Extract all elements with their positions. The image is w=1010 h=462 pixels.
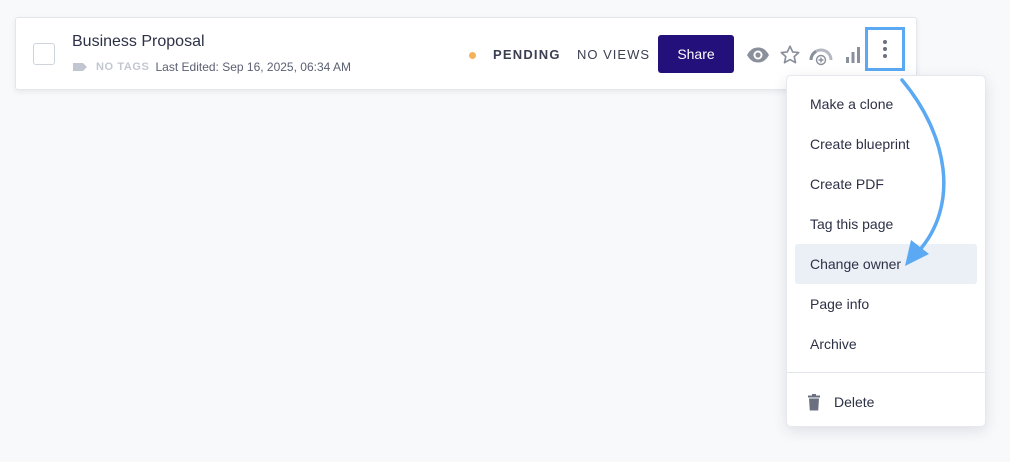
- menu-item-create-blueprint[interactable]: Create blueprint: [795, 124, 977, 164]
- tags-label[interactable]: NO TAGS: [96, 61, 150, 73]
- status-badge: PENDING: [493, 47, 561, 62]
- menu-item-archive[interactable]: Archive: [795, 324, 977, 364]
- menu-item-change-owner[interactable]: Change owner: [795, 244, 977, 284]
- document-title[interactable]: Business Proposal: [72, 33, 205, 51]
- menu-item-create-pdf[interactable]: Create PDF: [795, 164, 977, 204]
- menu-item-make-clone[interactable]: Make a clone: [795, 84, 977, 124]
- eye-icon[interactable]: [745, 42, 771, 68]
- trash-icon: [807, 393, 821, 411]
- tag-icon: [72, 62, 88, 72]
- menu-item-delete[interactable]: Delete: [787, 382, 985, 422]
- last-edited-text: Last Edited: Sep 16, 2025, 06:34 AM: [155, 60, 351, 74]
- more-vertical-icon: [883, 40, 887, 58]
- status-dot: [469, 52, 476, 59]
- menu-list: Make a clone Create blueprint Create PDF…: [787, 76, 985, 364]
- document-row[interactable]: Business Proposal NO TAGS Last Edited: S…: [15, 17, 917, 90]
- star-icon[interactable]: [777, 42, 803, 68]
- share-button[interactable]: Share: [658, 35, 734, 73]
- options-dropdown-menu: Make a clone Create blueprint Create PDF…: [786, 75, 986, 427]
- signal-bars-icon[interactable]: [840, 42, 866, 68]
- gauge-icon[interactable]: [808, 42, 834, 68]
- document-meta: NO TAGS Last Edited: Sep 16, 2025, 06:34…: [72, 60, 351, 74]
- views-count: NO VIEWS: [577, 47, 651, 62]
- menu-item-page-info[interactable]: Page info: [795, 284, 977, 324]
- delete-label: Delete: [834, 394, 875, 410]
- menu-divider: [787, 372, 985, 373]
- more-options-button[interactable]: [865, 27, 905, 71]
- row-checkbox[interactable]: [33, 43, 55, 65]
- menu-item-tag-page[interactable]: Tag this page: [795, 204, 977, 244]
